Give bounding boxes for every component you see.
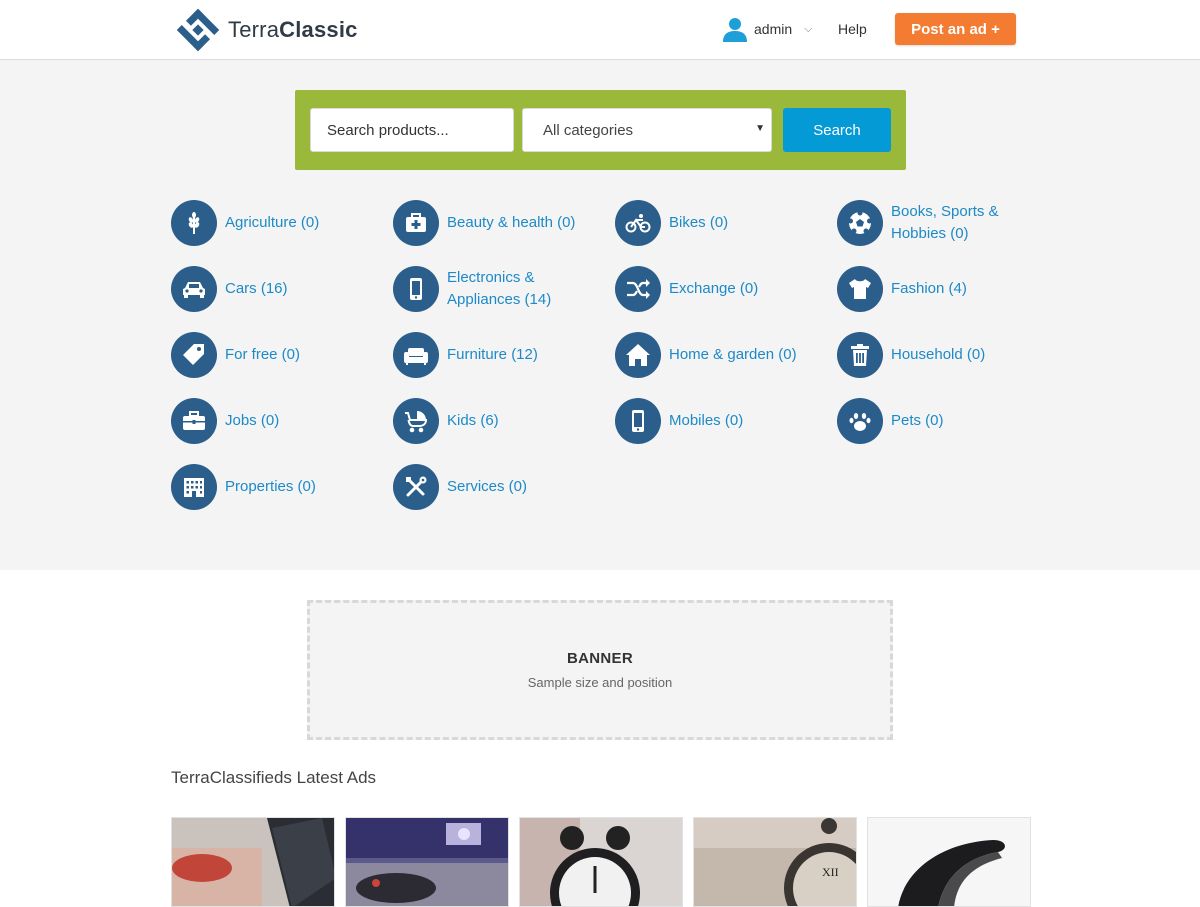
category-label: Properties (0) [225,478,316,495]
category-select[interactable]: All categories ▼ [522,108,772,152]
smartphone-icon [393,266,439,312]
category-fashion[interactable]: Fashion (4) [837,266,1037,312]
electronics-photo-image [346,818,508,906]
first-aid-icon [393,200,439,246]
electronics-photo[interactable] [345,817,509,907]
caret-down-icon: ▼ [755,123,765,134]
category-label: Fashion (4) [891,280,967,297]
category-bikes[interactable]: Bikes (0) [615,200,815,246]
latest-ads-title: TerraClassifieds Latest Ads [171,768,377,787]
category-label: Electronics & Appliances (14) [447,269,552,308]
logo-text-bold: Classic [279,17,358,42]
category-electronics-appliances[interactable]: Electronics & Appliances (14) [393,266,593,312]
trash-icon [837,332,883,378]
search-button[interactable]: Search [783,108,891,152]
category-label: Jobs (0) [225,412,280,429]
logo-text-light: Terra [228,17,280,42]
user-icon [723,18,747,42]
category-home-garden[interactable]: Home & garden (0) [615,332,815,378]
category-label: Mobiles (0) [669,412,744,429]
search-bar: All categories ▼ Search [295,90,906,170]
bicycle-icon [615,200,661,246]
chevron-down-icon: ⌵ [804,22,813,35]
category-label: Beauty & health (0) [447,214,576,231]
help-link[interactable]: Help [838,21,867,37]
user-menu[interactable]: admin ⌵ [722,16,812,42]
category-properties[interactable]: Properties (0) [171,464,371,510]
home-icon [615,332,661,378]
hero-section: All categories ▼ Search Agriculture (0) … [0,60,1200,570]
soccer-ball-icon [837,200,883,246]
category-label: Kids (6) [447,412,499,429]
logo-mark-icon [176,8,220,52]
tag-icon [171,332,217,378]
laptop-photo-image [172,818,334,906]
category-label: Agriculture (0) [225,214,320,231]
category-label: For free (0) [225,346,301,363]
building-icon [171,464,217,510]
category-furniture[interactable]: Furniture (12) [393,332,593,378]
category-label: Furniture (12) [447,346,538,363]
category-for-free[interactable]: For free (0) [171,332,371,378]
mobile-icon [615,398,661,444]
alarm-clock-photo-image [520,818,682,906]
category-label: Books, Sports & Hobbies (0) [891,203,999,242]
stroller-icon [393,398,439,444]
search-input[interactable] [310,108,514,152]
category-label: Bikes (0) [669,214,729,231]
category-exchange[interactable]: Exchange (0) [615,266,815,312]
category-label: Cars (16) [225,280,288,297]
category-agriculture[interactable]: Agriculture (0) [171,200,371,246]
clock-photo[interactable]: XII [693,817,857,907]
category-services[interactable]: Services (0) [393,464,593,510]
category-label: Pets (0) [891,412,944,429]
logo-text: TerraClassic [228,17,358,43]
shuffle-icon [615,266,661,312]
banner-placeholder: BANNER Sample size and position [307,600,893,740]
site-logo[interactable]: TerraClassic [174,7,358,53]
category-label: Home & garden (0) [669,346,797,363]
wheat-icon [171,200,217,246]
category-beauty-health[interactable]: Beauty & health (0) [393,200,593,246]
category-label: Household (0) [891,346,986,363]
user-name: admin [754,21,793,37]
category-jobs[interactable]: Jobs (0) [171,398,371,444]
category-kids[interactable]: Kids (6) [393,398,593,444]
category-pets[interactable]: Pets (0) [837,398,1037,444]
category-select-value: All categories [543,121,634,139]
top-header: TerraClassic admin ⌵ Help Post an ad + [0,0,1200,60]
category-cars[interactable]: Cars (16) [171,266,371,312]
clock-photo-image: XII [694,818,856,906]
category-label: Services (0) [447,478,528,495]
category-household[interactable]: Household (0) [837,332,1037,378]
tshirt-icon [837,266,883,312]
post-ad-button[interactable]: Post an ad + [895,13,1016,45]
laptop-photo[interactable] [171,817,335,907]
sofa-icon [393,332,439,378]
tools-icon [393,464,439,510]
banner-title: BANNER [567,650,633,667]
alarm-clock-photo[interactable] [519,817,683,907]
category-mobiles[interactable]: Mobiles (0) [615,398,815,444]
car-icon [171,266,217,312]
category-books-sports-hobbies[interactable]: Books, Sports & Hobbies (0) [837,200,1037,246]
svg-text:XII: XII [822,865,839,879]
category-label: Exchange (0) [669,280,759,297]
briefcase-icon [171,398,217,444]
chair-photo-image [868,818,1030,906]
paw-icon [837,398,883,444]
banner-subtitle: Sample size and position [527,675,673,690]
chair-photo[interactable] [867,817,1031,907]
